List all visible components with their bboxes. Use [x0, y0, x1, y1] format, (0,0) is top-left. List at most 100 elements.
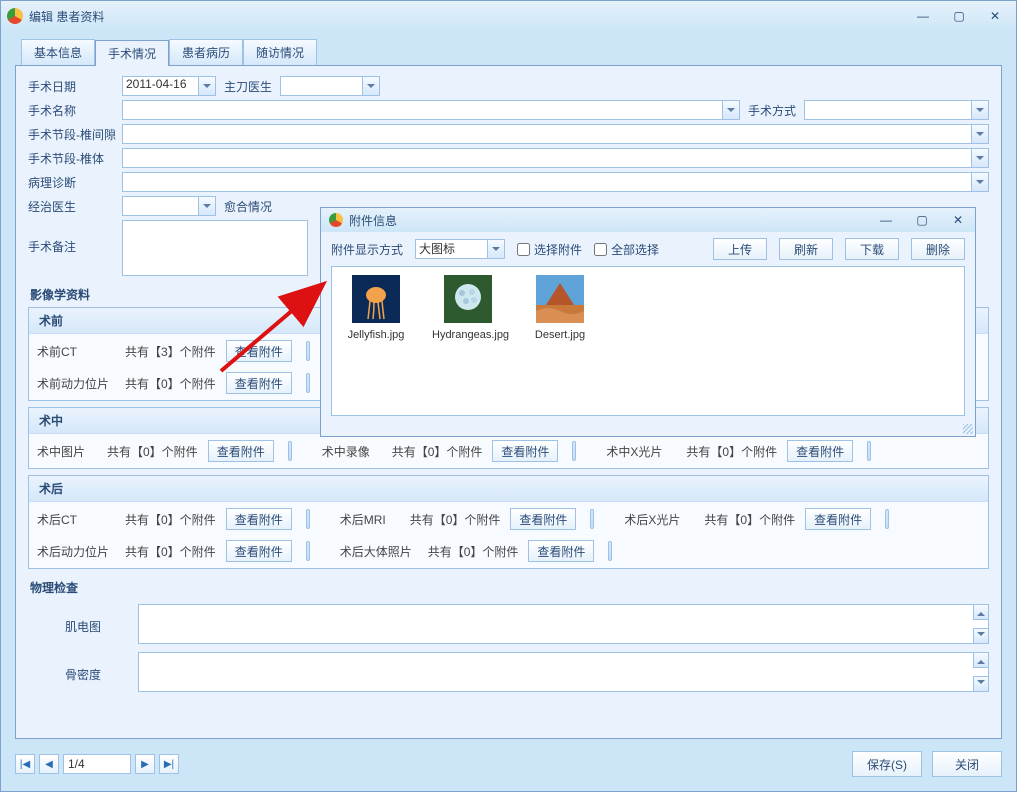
surgery-method-label: 手术方式 — [748, 102, 796, 119]
download-button[interactable]: 下载 — [845, 238, 899, 260]
bone-density-input[interactable] — [138, 652, 989, 692]
popup-title: 附件信息 — [349, 212, 877, 229]
segment-vertebral-input[interactable] — [122, 148, 989, 168]
drag-handle-icon[interactable] — [572, 441, 576, 461]
close-button[interactable]: 关闭 — [932, 751, 1002, 777]
attending-doctor-label: 经治医生 — [28, 198, 122, 215]
postop-dynamic-label: 术后动力位片 — [37, 543, 115, 560]
intraop-image-view-button[interactable]: 查看附件 — [208, 440, 274, 462]
popup-titlebar: 附件信息 — ▢ ✕ — [321, 208, 975, 232]
intraop-xray-view-button[interactable]: 查看附件 — [787, 440, 853, 462]
physical-section-title: 物理检查 — [30, 579, 989, 596]
segment-intervertebral-input[interactable] — [122, 124, 989, 144]
scroll-up-icon[interactable] — [973, 604, 989, 620]
page-indicator[interactable]: 1/4 — [63, 754, 131, 774]
tab-followup[interactable]: 随访情况 — [243, 39, 317, 65]
hydrangeas-thumbnail-icon — [444, 275, 492, 323]
bone-density-label: 骨密度 — [28, 652, 138, 683]
drag-handle-icon[interactable] — [306, 373, 310, 393]
intraop-image-label: 术中图片 — [37, 443, 97, 460]
remark-input[interactable] — [122, 220, 308, 276]
surgeon-input[interactable] — [280, 76, 380, 96]
healing-label: 愈合情况 — [224, 198, 272, 215]
tabstrip: 基本信息 手术情况 患者病历 随访情况 — [15, 41, 1016, 65]
file-name: Desert.jpg — [524, 329, 596, 341]
file-list: Jellyfish.jpg Hydrangeas.jpg Desert.jpg — [331, 266, 965, 416]
file-name: Hydrangeas.jpg — [432, 329, 504, 341]
postop-dynamic-view-button[interactable]: 查看附件 — [226, 540, 292, 562]
file-item[interactable]: Desert.jpg — [524, 275, 596, 341]
refresh-button[interactable]: 刷新 — [779, 238, 833, 260]
surgery-name-input[interactable] — [122, 100, 740, 120]
maximize-icon[interactable]: ▢ — [950, 9, 968, 23]
postop-ct-view-button[interactable]: 查看附件 — [226, 508, 292, 530]
popup-maximize-icon[interactable]: ▢ — [913, 213, 931, 227]
scroll-down-icon[interactable] — [973, 676, 989, 692]
preop-dynamic-count: 共有【0】个附件 — [125, 375, 216, 392]
display-mode-label: 附件显示方式 — [331, 241, 403, 258]
preop-ct-label: 术前CT — [37, 343, 115, 360]
minimize-icon[interactable]: — — [914, 9, 932, 23]
intraop-video-label: 术中录像 — [322, 443, 382, 460]
app-icon — [7, 8, 23, 24]
save-button[interactable]: 保存(S) — [852, 751, 922, 777]
intraop-xray-count: 共有【0】个附件 — [686, 443, 777, 460]
preop-dynamic-label: 术前动力位片 — [37, 375, 115, 392]
close-icon[interactable]: ✕ — [986, 9, 1004, 23]
preop-dynamic-view-button[interactable]: 查看附件 — [226, 372, 292, 394]
drag-handle-icon[interactable] — [608, 541, 612, 561]
file-item[interactable]: Jellyfish.jpg — [340, 275, 412, 341]
file-item[interactable]: Hydrangeas.jpg — [432, 275, 504, 341]
window-title: 编辑 患者资料 — [29, 8, 914, 25]
attending-doctor-input[interactable] — [122, 196, 216, 216]
pathology-label: 病理诊断 — [28, 174, 122, 191]
tab-history[interactable]: 患者病历 — [169, 39, 243, 65]
drag-handle-icon[interactable] — [288, 441, 292, 461]
select-attachment-checkbox[interactable]: 选择附件 — [517, 241, 582, 258]
postop-gross-view-button[interactable]: 查看附件 — [528, 540, 594, 562]
surgery-date-input[interactable]: 2011-04-16 — [122, 76, 216, 96]
popup-close-icon[interactable]: ✕ — [949, 213, 967, 227]
drag-handle-icon[interactable] — [306, 509, 310, 529]
upload-button[interactable]: 上传 — [713, 238, 767, 260]
tab-surgery[interactable]: 手术情况 — [95, 40, 169, 66]
segment-intervertebral-label: 手术节段-椎间隙 — [28, 126, 122, 143]
surgeon-label: 主刀医生 — [224, 78, 272, 95]
tab-basic-info[interactable]: 基本信息 — [21, 39, 95, 65]
drag-handle-icon[interactable] — [306, 341, 310, 361]
desert-thumbnail-icon — [536, 275, 584, 323]
delete-button[interactable]: 删除 — [911, 238, 965, 260]
select-all-checkbox[interactable]: 全部选择 — [594, 241, 659, 258]
preop-ct-view-button[interactable]: 查看附件 — [226, 340, 292, 362]
pathology-input[interactable] — [122, 172, 989, 192]
scroll-down-icon[interactable] — [973, 628, 989, 644]
surgery-method-input[interactable] — [804, 100, 989, 120]
nav-last-button[interactable]: ▶| — [159, 754, 179, 774]
postop-gross-count: 共有【0】个附件 — [428, 543, 519, 560]
drag-handle-icon[interactable] — [590, 509, 594, 529]
postop-mri-count: 共有【0】个附件 — [410, 511, 501, 528]
drag-handle-icon[interactable] — [867, 441, 871, 461]
postop-xray-count: 共有【0】个附件 — [704, 511, 795, 528]
nav-next-button[interactable]: ▶ — [135, 754, 155, 774]
segment-vertebral-label: 手术节段-椎体 — [28, 150, 122, 167]
nav-prev-button[interactable]: ◀ — [39, 754, 59, 774]
resize-grip-icon[interactable] — [963, 424, 973, 434]
postop-ct-label: 术后CT — [37, 511, 115, 528]
popup-minimize-icon[interactable]: — — [877, 213, 895, 227]
drag-handle-icon[interactable] — [885, 509, 889, 529]
scroll-up-icon[interactable] — [973, 652, 989, 668]
emg-label: 肌电图 — [28, 604, 138, 635]
emg-input[interactable] — [138, 604, 989, 644]
postop-mri-view-button[interactable]: 查看附件 — [510, 508, 576, 530]
preop-ct-count: 共有【3】个附件 — [125, 343, 216, 360]
display-mode-select[interactable]: 大图标 — [415, 239, 505, 259]
postop-dynamic-count: 共有【0】个附件 — [125, 543, 216, 560]
intraop-video-count: 共有【0】个附件 — [392, 443, 483, 460]
intraop-video-view-button[interactable]: 查看附件 — [492, 440, 558, 462]
drag-handle-icon[interactable] — [306, 541, 310, 561]
popup-toolbar: 附件显示方式 大图标 选择附件 全部选择 上传 刷新 下载 删除 — [321, 232, 975, 266]
postop-xray-view-button[interactable]: 查看附件 — [805, 508, 871, 530]
main-window: 编辑 患者资料 — ▢ ✕ 基本信息 手术情况 患者病历 随访情况 手术日期 2… — [0, 0, 1017, 792]
nav-first-button[interactable]: |◀ — [15, 754, 35, 774]
